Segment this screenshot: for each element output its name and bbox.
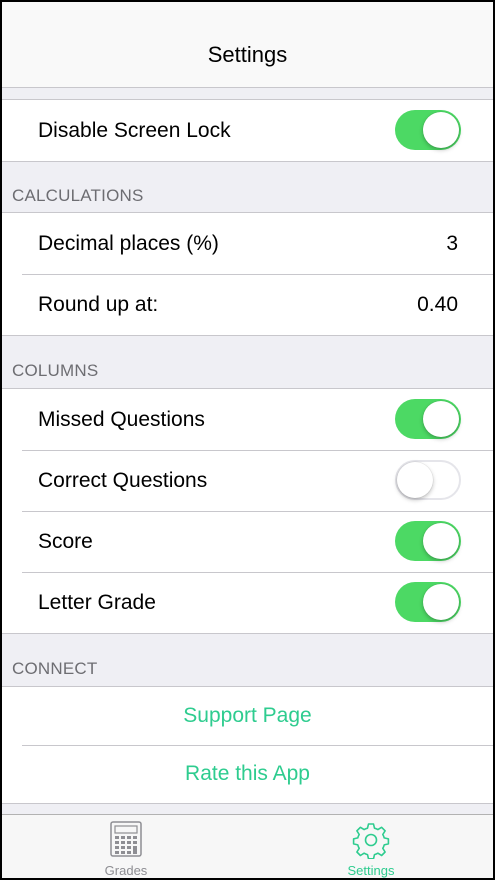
score-label: Score (38, 530, 93, 553)
toggle-knob (423, 401, 459, 437)
tab-grades[interactable]: Grades (66, 815, 186, 878)
tab-grades-label: Grades (104, 863, 148, 878)
calculator-icon (110, 821, 142, 857)
letter-grade-label: Letter Grade (38, 591, 156, 614)
rate-app-link[interactable]: Rate this App (2, 745, 493, 803)
round-up-label: Round up at: (38, 293, 159, 316)
tab-settings[interactable]: Settings (311, 815, 431, 878)
navigation-bar: Settings (2, 2, 493, 88)
settings-screen: Settings Disable Screen Lock CALCULATION… (2, 2, 493, 878)
correct-questions-toggle[interactable] (395, 460, 461, 500)
decimal-places-value: 3 (446, 232, 458, 255)
support-page-link[interactable]: Support Page (2, 687, 493, 745)
page-title: Settings (207, 42, 288, 67)
score-toggle[interactable] (395, 521, 461, 561)
toggle-knob (423, 523, 459, 559)
general-group: Disable Screen Lock (2, 99, 493, 162)
correct-questions-row: Correct Questions (2, 450, 493, 511)
correct-questions-label: Correct Questions (38, 469, 208, 492)
calculations-group: Decimal places (%) 3 Round up at: 0.40 (2, 212, 493, 336)
round-up-value: 0.40 (417, 293, 458, 316)
disable-screen-lock-toggle[interactable] (395, 110, 461, 150)
round-up-row[interactable]: Round up at: 0.40 (2, 274, 493, 335)
decimal-places-row[interactable]: Decimal places (%) 3 (2, 213, 493, 274)
disable-screen-lock-row: Disable Screen Lock (2, 100, 493, 161)
letter-grade-toggle[interactable] (395, 582, 461, 622)
missed-questions-label: Missed Questions (38, 408, 205, 431)
tab-settings-label: Settings (347, 863, 395, 878)
columns-header: COLUMNS (12, 361, 99, 380)
columns-group: Missed Questions Correct Questions Score… (2, 388, 493, 634)
decimal-places-label: Decimal places (%) (38, 232, 219, 255)
toggle-knob (423, 584, 459, 620)
missed-questions-toggle[interactable] (395, 399, 461, 439)
gear-icon (352, 823, 390, 859)
connect-group: Support Page Rate this App (2, 686, 493, 804)
calculations-header: CALCULATIONS (12, 186, 144, 205)
disable-screen-lock-label: Disable Screen Lock (38, 119, 231, 142)
missed-questions-row: Missed Questions (2, 389, 493, 450)
score-row: Score (2, 511, 493, 572)
toggle-knob (397, 462, 433, 498)
connect-header: CONNECT (12, 659, 98, 678)
toggle-knob (423, 112, 459, 148)
letter-grade-row: Letter Grade (2, 572, 493, 633)
tab-bar: Grades Settings (2, 814, 493, 878)
